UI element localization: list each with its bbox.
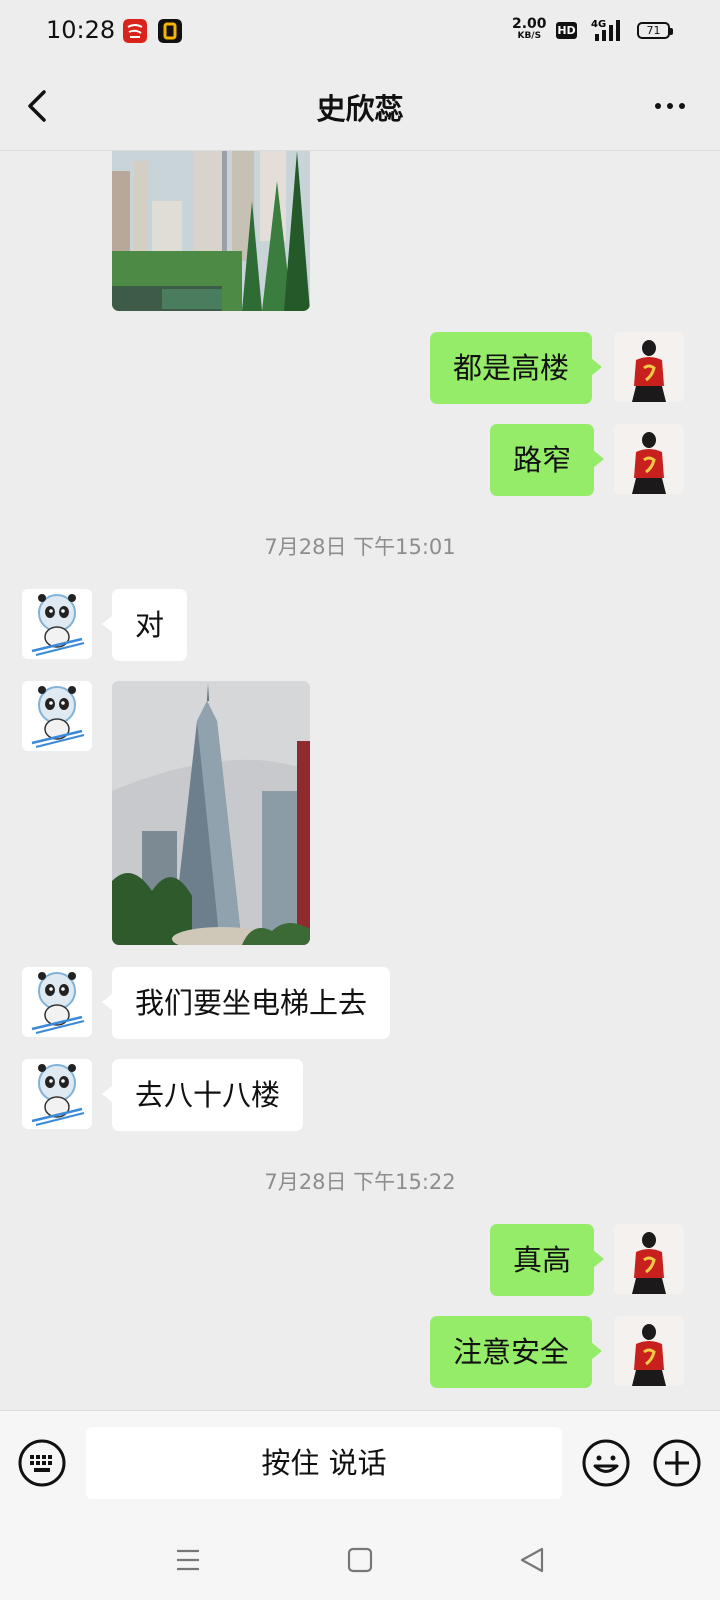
- chat-image-skyscraper[interactable]: [112, 681, 310, 945]
- avatar-self-image: [614, 332, 684, 402]
- network-speed: 2.00 KB/S: [512, 16, 547, 41]
- status-time: 10:28: [46, 16, 116, 44]
- avatar-self[interactable]: [614, 332, 684, 402]
- hold-to-talk-button[interactable]: 按住 说话: [86, 1427, 562, 1499]
- signal-icon: 4G: [591, 19, 620, 41]
- message-text: 去八十八楼: [135, 1078, 281, 1112]
- status-bar: 10:28 2.00 KB/S HD 4G 71: [0, 0, 720, 62]
- message-bubble-incoming[interactable]: 我们要坐电梯上去: [101, 967, 391, 1039]
- message-text: 真高: [513, 1243, 572, 1277]
- emoji-icon[interactable]: [582, 1439, 630, 1487]
- message-text: 路窄: [513, 443, 572, 477]
- message-text: 注意安全: [453, 1335, 570, 1369]
- avatar-contact[interactable]: [22, 681, 92, 751]
- avatar-self[interactable]: [614, 424, 684, 494]
- nav-menu-icon[interactable]: [174, 1546, 202, 1574]
- panda-avatar-icon: [22, 1059, 92, 1129]
- panda-avatar-icon: [22, 967, 92, 1037]
- avatar-self-image: [614, 1316, 684, 1386]
- panda-avatar-icon: [22, 681, 92, 751]
- message-timestamp: 7月28日 下午15:22: [264, 1170, 456, 1194]
- system-nav-bar: [0, 1519, 720, 1600]
- avatar-contact[interactable]: [22, 589, 92, 659]
- message-bubble-incoming[interactable]: 去八十八楼: [101, 1059, 304, 1131]
- message-text: 我们要坐电梯上去: [135, 986, 368, 1020]
- message-text: 都是高楼: [453, 351, 570, 385]
- nav-home-icon[interactable]: [346, 1546, 374, 1574]
- notification-app-icon: [123, 19, 147, 43]
- chat-image-street[interactable]: [112, 151, 310, 311]
- battery-indicator: 71: [637, 22, 673, 39]
- plus-icon[interactable]: [653, 1439, 701, 1487]
- hd-badge: HD: [556, 22, 577, 39]
- avatar-self-image: [614, 1224, 684, 1294]
- message-bubble-incoming[interactable]: 对: [101, 589, 188, 661]
- message-bubble-outgoing[interactable]: 路窄: [490, 424, 605, 496]
- message-text: 对: [135, 608, 165, 642]
- message-timestamp: 7月28日 下午15:01: [264, 535, 456, 559]
- chat-title: 史欣蕊: [316, 92, 404, 126]
- message-bubble-outgoing[interactable]: 都是高楼: [430, 332, 603, 404]
- panda-avatar-icon: [22, 589, 92, 659]
- notification-app-icon: [158, 19, 182, 43]
- avatar-contact[interactable]: [22, 1059, 92, 1129]
- message-bubble-outgoing[interactable]: 注意安全: [430, 1316, 603, 1388]
- keyboard-icon[interactable]: [18, 1439, 66, 1487]
- avatar-contact[interactable]: [22, 967, 92, 1037]
- nav-back-icon[interactable]: [518, 1546, 546, 1574]
- input-bar: 按住 说话: [0, 1410, 720, 1519]
- avatar-self-image: [614, 424, 684, 494]
- svg-text:4G: 4G: [591, 19, 606, 30]
- message-list[interactable]: 都是高楼 路窄 7月28日 下午15:01 对 我们要坐电梯上去 去八十八楼 7…: [0, 151, 720, 1410]
- more-dots-icon[interactable]: [650, 92, 690, 120]
- avatar-self[interactable]: [614, 1316, 684, 1386]
- message-bubble-outgoing[interactable]: 真高: [490, 1224, 605, 1296]
- chat-header: 史欣蕊: [0, 62, 720, 151]
- avatar-self[interactable]: [614, 1224, 684, 1294]
